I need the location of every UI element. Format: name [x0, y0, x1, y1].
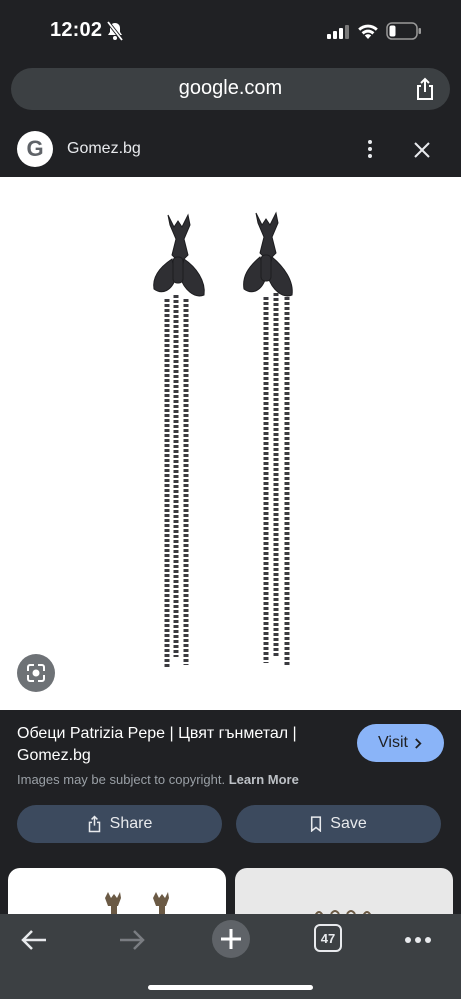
lens-icon: [27, 664, 45, 682]
share-label: Share: [109, 815, 153, 832]
lens-button[interactable]: [17, 654, 55, 692]
right-earring: [243, 211, 293, 297]
plus-icon[interactable]: [212, 920, 250, 958]
copyright-text: Images may be subject to copyright.: [17, 772, 226, 787]
status-bar: 12:02: [0, 0, 461, 60]
address-bar[interactable]: google.com: [11, 68, 450, 110]
close-icon[interactable]: [411, 139, 433, 161]
copyright-notice: Images may be subject to copyright. Lear…: [17, 772, 299, 787]
url-text[interactable]: google.com: [11, 77, 450, 100]
source-logo: G: [17, 131, 53, 167]
signal-icon: [327, 25, 349, 39]
left-chains: [164, 295, 189, 667]
learn-more-link[interactable]: Learn More: [229, 772, 299, 787]
status-time: 12:02: [50, 19, 103, 41]
bell-slash-icon: [106, 21, 124, 41]
page: 12:02 google.com G Gomez.bg Обеци Patriz…: [0, 0, 461, 999]
share-icon: [88, 815, 100, 833]
home-indicator: [148, 985, 313, 990]
battery-icon: [386, 22, 421, 40]
wifi-icon: [358, 24, 378, 39]
share-button[interactable]: Share: [17, 805, 222, 843]
chevron-right-icon: [415, 737, 422, 749]
right-chains: [263, 293, 290, 665]
visit-button[interactable]: Visit: [357, 724, 444, 762]
more-vert-icon[interactable]: [362, 137, 378, 161]
left-earring: [153, 213, 205, 297]
source-name[interactable]: Gomez.bg: [67, 140, 141, 158]
more-horiz-icon[interactable]: [402, 924, 434, 956]
source-header: G Gomez.bg: [0, 122, 461, 177]
bookmark-icon: [311, 816, 322, 832]
product-image[interactable]: [0, 177, 461, 710]
save-button[interactable]: Save: [236, 805, 441, 843]
back-arrow-icon[interactable]: [18, 924, 50, 956]
earrings-image: [153, 211, 293, 667]
visit-label: Visit: [378, 734, 408, 751]
forward-arrow-icon[interactable]: [116, 924, 148, 956]
tabs-count: 47: [320, 930, 336, 946]
tabs-icon[interactable]: 47: [314, 924, 342, 952]
save-label: Save: [330, 815, 367, 832]
result-title[interactable]: Обеци Patrizia Pepe | Цвят гънметал | Go…: [17, 723, 347, 767]
share-icon[interactable]: [414, 77, 436, 101]
